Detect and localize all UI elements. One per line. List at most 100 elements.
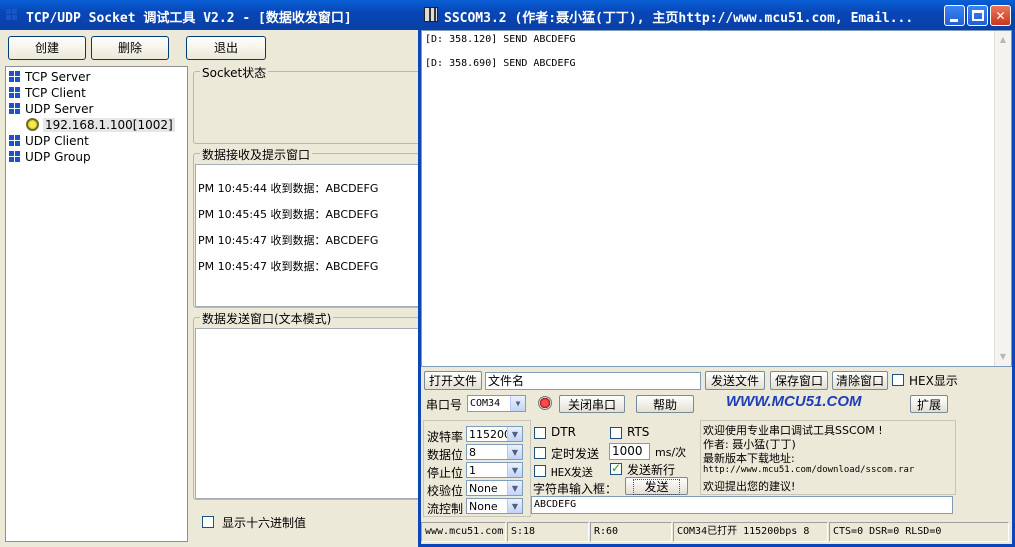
info-line: 最新版本下载地址: bbox=[703, 452, 795, 465]
string-input-label: 字符串输入框： bbox=[533, 482, 618, 496]
maximize-icon bbox=[972, 10, 984, 21]
tree-item-tcp-client[interactable]: TCP Client bbox=[9, 85, 86, 101]
recv-textarea[interactable]: PM 10:45:44 收到数据：ABCDEFG PM 10:45:45 收到数… bbox=[195, 164, 419, 307]
filename-field[interactable]: 文件名 bbox=[485, 372, 701, 390]
create-button[interactable]: 创建 bbox=[8, 36, 86, 60]
dropdown-arrow-icon: ▼ bbox=[507, 445, 522, 459]
log-line: [D: 358.120] SEND ABCDEFG bbox=[425, 34, 576, 45]
status-recv: R:60 bbox=[590, 522, 672, 542]
dtr-checkbox[interactable] bbox=[534, 427, 546, 439]
close-button[interactable]: ✕ bbox=[990, 5, 1011, 26]
baud-select[interactable]: 115200 ▼ bbox=[466, 426, 523, 442]
send-newline-label: 发送新行 bbox=[627, 463, 676, 477]
left-title-bar[interactable]: TCP/UDP Socket 调试工具 V2.2 - [数据收发窗口] bbox=[0, 0, 420, 30]
rts-label: RTS bbox=[627, 425, 650, 439]
close-port-button[interactable]: 关闭串口 bbox=[559, 395, 625, 413]
hex-display-checkbox[interactable] bbox=[892, 374, 904, 386]
recv-line: PM 10:45:47 收到数据：ABCDEFG bbox=[198, 234, 379, 247]
minimize-button[interactable] bbox=[944, 5, 965, 26]
socket-tree[interactable]: TCP Server TCP Client UDP Server 192.168… bbox=[5, 66, 188, 542]
dropdown-arrow-icon: ▼ bbox=[507, 427, 522, 441]
recv-line: PM 10:45:47 收到数据：ABCDEFG bbox=[198, 260, 379, 273]
log-line: [D: 358.690] SEND ABCDEFG bbox=[425, 58, 576, 69]
exit-button[interactable]: 退出 bbox=[186, 36, 266, 60]
left-window-title: TCP/UDP Socket 调试工具 V2.2 - [数据收发窗口] bbox=[26, 11, 352, 26]
delete-button[interactable]: 删除 bbox=[91, 36, 169, 60]
scroll-up-icon[interactable]: ▲ bbox=[996, 32, 1010, 48]
tree-item-udp-client[interactable]: UDP Client bbox=[9, 133, 89, 149]
hex-display-label: HEX显示 bbox=[909, 374, 958, 388]
socket-status-group: Socket状态 bbox=[193, 64, 420, 144]
send-button[interactable]: 发送 bbox=[625, 477, 688, 495]
interval-input[interactable]: 1000 bbox=[609, 443, 650, 460]
databits-select[interactable]: 8 ▼ bbox=[466, 444, 523, 460]
info-link[interactable]: http://www.mcu51.com/download/sscom.rar bbox=[703, 465, 914, 475]
tcp-server-icon bbox=[9, 71, 20, 82]
flow-select[interactable]: None ▼ bbox=[466, 498, 523, 514]
recv-line: PM 10:45:45 收到数据：ABCDEFG bbox=[198, 208, 379, 221]
dropdown-arrow-icon: ▼ bbox=[507, 481, 522, 495]
parity-label: 校验位 bbox=[427, 484, 464, 498]
app-icon bbox=[6, 9, 17, 20]
udp-server-icon bbox=[9, 103, 20, 114]
open-file-button[interactable]: 打开文件 bbox=[424, 371, 482, 390]
tree-item-tcp-server[interactable]: TCP Server bbox=[9, 69, 90, 85]
interval-unit: ms/次 bbox=[655, 446, 687, 459]
tcp-client-icon bbox=[9, 87, 20, 98]
recv-line: PM 10:45:44 收到数据：ABCDEFG bbox=[198, 182, 379, 195]
dropdown-arrow-icon: ▼ bbox=[507, 499, 522, 513]
recv-label: 数据接收及提示窗口 bbox=[200, 146, 313, 163]
send-textarea[interactable] bbox=[195, 328, 419, 499]
status-site: www.mcu51.com bbox=[421, 522, 506, 542]
rts-checkbox[interactable] bbox=[610, 427, 622, 439]
tree-item-udp-group[interactable]: UDP Group bbox=[9, 149, 91, 165]
right-title-bar[interactable]: SSCOM3.2 (作者:聂小猛(丁丁), 主页http://www.mcu51… bbox=[418, 0, 1015, 30]
udp-group-icon bbox=[9, 151, 20, 162]
send-file-button[interactable]: 发送文件 bbox=[705, 371, 765, 390]
connection-icon bbox=[26, 118, 39, 131]
parity-select[interactable]: None ▼ bbox=[466, 480, 523, 496]
stopbits-select[interactable]: 1 ▼ bbox=[466, 462, 523, 478]
timed-send-checkbox[interactable] bbox=[534, 447, 546, 459]
tree-item-udp-server-child[interactable]: 192.168.1.100[1002] bbox=[26, 117, 175, 133]
save-window-button[interactable]: 保存窗口 bbox=[770, 371, 828, 390]
dtr-label: DTR bbox=[551, 425, 576, 439]
status-lines: CTS=0 DSR=0 RLSD=0 bbox=[829, 522, 1009, 542]
hex-send-checkbox[interactable] bbox=[534, 465, 546, 477]
info-panel: 欢迎使用专业串口调试工具SSCOM ! 作者: 聂小猛(丁丁) 最新版本下载地址… bbox=[700, 420, 956, 495]
scroll-down-icon[interactable]: ▼ bbox=[996, 349, 1010, 365]
send-newline-checkbox[interactable] bbox=[610, 461, 622, 475]
show-hex-checkbox[interactable] bbox=[202, 516, 214, 528]
port-label: 串口号 bbox=[426, 398, 463, 412]
send-input[interactable]: ABCDEFG bbox=[531, 496, 953, 514]
hex-send-label: HEX发送 bbox=[551, 466, 593, 479]
dropdown-arrow-icon: ▼ bbox=[507, 463, 522, 477]
minimize-icon bbox=[950, 19, 958, 22]
clear-window-button[interactable]: 清除窗口 bbox=[832, 371, 888, 390]
port-select[interactable]: COM34 ▼ bbox=[467, 395, 526, 412]
dropdown-arrow-icon: ▼ bbox=[510, 396, 525, 411]
stopbits-label: 停止位 bbox=[427, 466, 464, 480]
baud-label: 波特率 bbox=[427, 430, 464, 444]
show-hex-label: 显示十六进制值 bbox=[222, 516, 307, 530]
udp-client-icon bbox=[9, 135, 20, 146]
send-group: 数据发送窗口(文本模式) bbox=[193, 310, 420, 500]
sscom-app-icon bbox=[424, 7, 438, 22]
send-label: 数据发送窗口(文本模式) bbox=[200, 310, 334, 327]
serial-log-area[interactable]: [D: 358.120] SEND ABCDEFG [D: 358.690] S… bbox=[421, 30, 1012, 367]
close-icon: ✕ bbox=[995, 6, 1006, 24]
tree-item-udp-server[interactable]: UDP Server bbox=[9, 101, 93, 117]
maximize-button[interactable] bbox=[967, 5, 988, 26]
expand-button[interactable]: 扩展 bbox=[910, 395, 948, 413]
recv-group: 数据接收及提示窗口 PM 10:45:44 收到数据：ABCDEFG PM 10… bbox=[193, 146, 420, 308]
status-port: COM34已打开 115200bps 8 bbox=[673, 522, 828, 542]
timed-send-label: 定时发送 bbox=[551, 447, 600, 461]
databits-label: 数据位 bbox=[427, 448, 464, 462]
log-scrollbar[interactable]: ▲ ▼ bbox=[994, 31, 1011, 366]
info-line: 欢迎提出您的建议! bbox=[703, 480, 796, 493]
help-button[interactable]: 帮助 bbox=[636, 395, 694, 413]
right-window-title: SSCOM3.2 (作者:聂小猛(丁丁), 主页http://www.mcu51… bbox=[444, 11, 914, 26]
brand-link[interactable]: WWW.MCU51.COM bbox=[726, 393, 862, 410]
port-status-icon bbox=[538, 396, 552, 410]
flow-label: 流控制 bbox=[427, 502, 464, 516]
